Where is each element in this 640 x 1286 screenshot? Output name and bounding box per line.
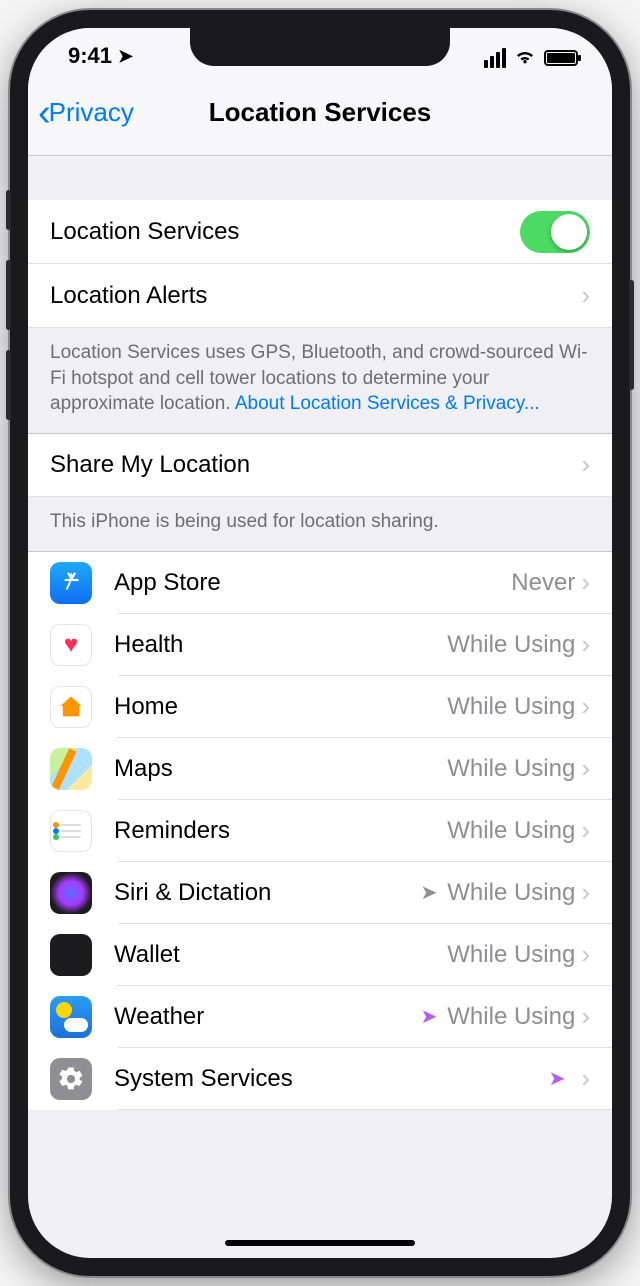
app-list: App StoreNever›♥HealthWhile Using›HomeWh… (28, 551, 612, 1110)
reminders-icon (50, 810, 92, 852)
chevron-right-icon: › (581, 815, 590, 846)
chevron-right-icon: › (581, 877, 590, 908)
app-status: While Using (447, 1003, 575, 1031)
chevron-right-icon: › (581, 939, 590, 970)
home-indicator[interactable] (225, 1240, 415, 1246)
battery-icon (544, 50, 578, 66)
share-location-footer: This iPhone is being used for location s… (28, 497, 612, 551)
siri-icon (50, 872, 92, 914)
app-status: While Using (447, 693, 575, 721)
back-button[interactable]: ‹ Privacy (38, 94, 134, 132)
app-row-system[interactable]: System Services➤ › (28, 1048, 612, 1110)
app-status: While Using (447, 879, 575, 907)
system-services-icon (50, 1058, 92, 1100)
page-title: Location Services (209, 97, 432, 128)
app-label: Weather (114, 1003, 421, 1031)
app-status: While Using (447, 631, 575, 659)
app-label: Siri & Dictation (114, 879, 421, 907)
content: Location Services Location Alerts › Loca… (28, 156, 612, 1258)
app-label: Reminders (114, 817, 447, 845)
app-store-icon (50, 562, 92, 604)
volume-down-button[interactable] (6, 350, 11, 420)
app-row-wallet[interactable]: WalletWhile Using› (28, 924, 612, 986)
app-row-maps[interactable]: MapsWhile Using› (28, 738, 612, 800)
location-arrow-icon: ➤ (549, 1066, 566, 1091)
about-privacy-link[interactable]: About Location Services & Privacy... (235, 393, 540, 414)
location-indicator-icon: ➤ (118, 46, 133, 67)
app-status: Never (511, 569, 575, 597)
app-row-health[interactable]: ♥ HealthWhile Using› (28, 614, 612, 676)
cellular-signal-icon (484, 48, 506, 68)
chevron-right-icon: › (581, 280, 590, 311)
location-services-toggle[interactable] (520, 211, 590, 253)
app-label: Wallet (114, 941, 447, 969)
app-row-weather[interactable]: Weather➤ While Using› (28, 986, 612, 1048)
home-icon (50, 686, 92, 728)
screen: 9:41 ➤ ‹ Privacy Location Services (28, 28, 612, 1258)
app-row-siri[interactable]: Siri & Dictation➤ While Using› (28, 862, 612, 924)
app-label: System Services (114, 1065, 549, 1093)
app-label: App Store (114, 569, 511, 597)
location-services-footer: Location Services uses GPS, Bluetooth, a… (28, 328, 612, 433)
notch (190, 28, 450, 66)
chevron-right-icon: › (581, 449, 590, 480)
location-arrow-icon: ➤ (421, 1004, 438, 1029)
location-services-row[interactable]: Location Services (28, 200, 612, 264)
chevron-right-icon: › (581, 753, 590, 784)
chevron-right-icon: › (581, 691, 590, 722)
app-row-appstore[interactable]: App StoreNever› (28, 552, 612, 614)
status-time: 9:41 (68, 43, 112, 69)
app-label: Home (114, 693, 447, 721)
location-alerts-row[interactable]: Location Alerts › (28, 264, 612, 328)
wifi-icon (514, 45, 536, 71)
app-label: Maps (114, 755, 447, 783)
back-label: Privacy (49, 97, 134, 128)
location-arrow-icon: ➤ (421, 880, 438, 905)
chevron-right-icon: › (581, 567, 590, 598)
app-status: While Using (447, 755, 575, 783)
iphone-frame: 9:41 ➤ ‹ Privacy Location Services (10, 10, 630, 1276)
side-button[interactable] (629, 280, 634, 390)
app-label: Health (114, 631, 447, 659)
maps-icon (50, 748, 92, 790)
wallet-icon (50, 934, 92, 976)
location-services-label: Location Services (50, 218, 520, 246)
chevron-right-icon: › (581, 629, 590, 660)
mute-switch[interactable] (6, 190, 11, 230)
location-alerts-label: Location Alerts (50, 282, 581, 310)
volume-up-button[interactable] (6, 260, 11, 330)
navigation-bar: ‹ Privacy Location Services (28, 84, 612, 156)
health-icon: ♥ (50, 624, 92, 666)
share-my-location-row[interactable]: Share My Location › (28, 433, 612, 497)
share-my-location-label: Share My Location (50, 451, 581, 479)
chevron-right-icon: › (581, 1001, 590, 1032)
chevron-right-icon: › (581, 1063, 590, 1094)
app-row-reminders[interactable]: RemindersWhile Using› (28, 800, 612, 862)
app-status: While Using (447, 941, 575, 969)
app-row-home[interactable]: HomeWhile Using› (28, 676, 612, 738)
weather-icon (50, 996, 92, 1038)
app-status: While Using (447, 817, 575, 845)
